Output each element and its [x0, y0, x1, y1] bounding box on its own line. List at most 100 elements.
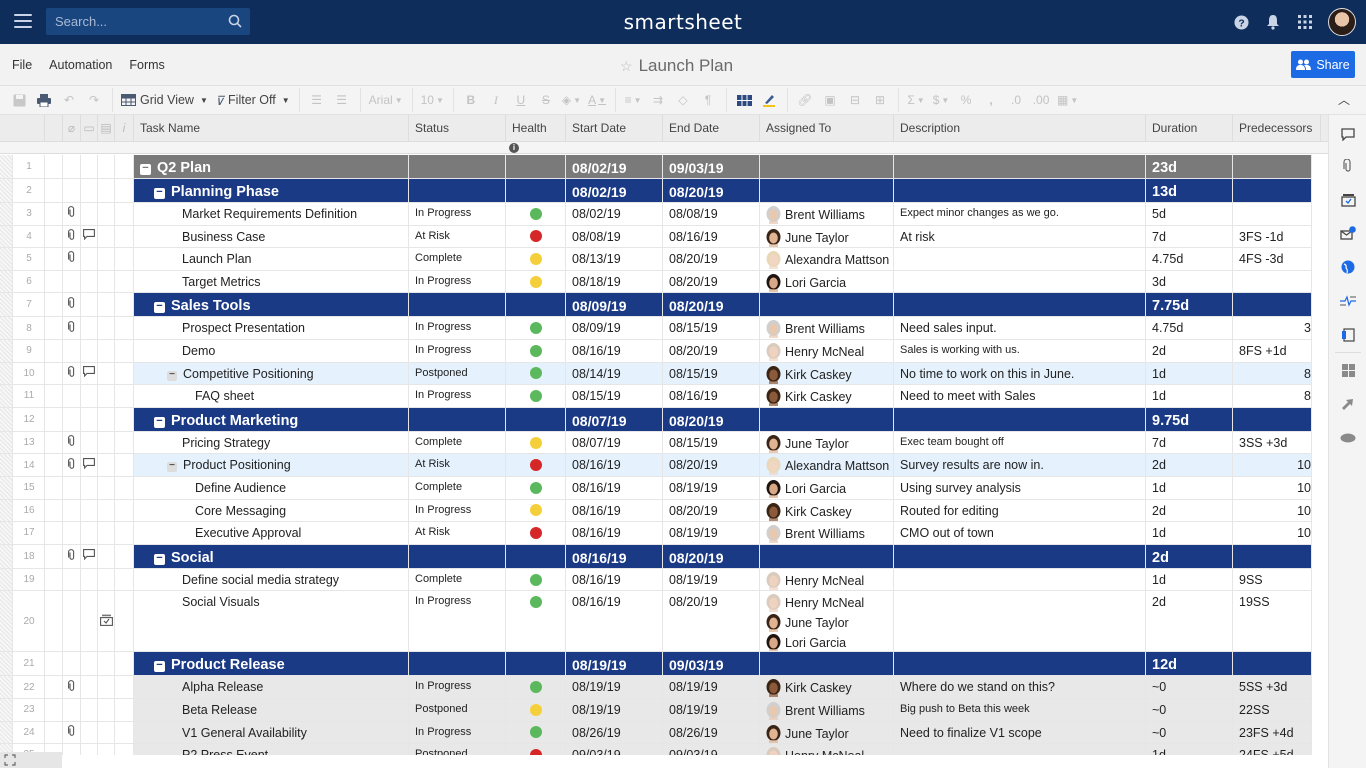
attachment-cell[interactable] [63, 362, 81, 386]
proof-cell[interactable] [98, 225, 115, 249]
duration-cell[interactable]: ~0 [1146, 699, 1233, 722]
status-cell[interactable]: In Progress [409, 340, 506, 363]
comment-cell[interactable] [81, 431, 98, 455]
status-cell[interactable]: Complete [409, 431, 506, 455]
task-name-cell[interactable]: Business Case [134, 225, 409, 249]
task-name-cell[interactable]: Pricing Strategy [134, 431, 409, 455]
sum-icon[interactable]: Σ ▼ [907, 90, 925, 110]
table-row[interactable]: 18 − Social 08/16/19 08/20/19 2d [0, 544, 1328, 569]
start-date-cell[interactable]: 08/09/19 [566, 293, 663, 318]
predecessors-cell[interactable] [1233, 293, 1312, 318]
attachment-icon[interactable] [67, 297, 76, 312]
predecessors-cell[interactable]: 8FS +1d [1233, 340, 1312, 363]
table-row[interactable]: 15 Define Audience Complete 08/16/19 08/19/1… [0, 477, 1328, 500]
task-name-cell[interactable]: Target Metrics [134, 270, 409, 294]
end-date-cell[interactable]: 08/20/19 [663, 293, 760, 318]
status-cell[interactable]: In Progress [409, 591, 506, 653]
attachment-cell[interactable] [63, 317, 81, 340]
duration-cell[interactable]: 4.75d [1146, 248, 1233, 271]
attachment-icon[interactable] [67, 206, 76, 221]
info-cell[interactable] [115, 155, 134, 179]
assigned-to-cell[interactable]: Lori Garcia [760, 270, 894, 294]
grid-view-dropdown[interactable]: Grid View ▼ [121, 90, 208, 110]
outdent-icon[interactable]: ☰ [308, 90, 326, 110]
duration-cell[interactable]: 2d [1146, 454, 1233, 477]
attachment-cell[interactable] [63, 155, 81, 179]
status-cell[interactable]: Complete [409, 248, 506, 271]
predecessors-cell[interactable]: 8 [1233, 385, 1312, 408]
health-cell[interactable] [506, 362, 566, 386]
menu-icon[interactable] [14, 14, 32, 28]
table-row[interactable]: 14 − Product Positioning At Risk 08/16/19 08/… [0, 454, 1328, 477]
comment-icon[interactable] [83, 458, 95, 472]
currency-icon[interactable]: $ ▼ [932, 90, 950, 110]
info-cell[interactable] [115, 454, 134, 477]
assigned-to-cell[interactable]: Kirk Caskey [760, 499, 894, 523]
proof-cell[interactable] [98, 407, 115, 432]
predecessors-cell[interactable]: 10 [1233, 499, 1312, 523]
filter-dropdown[interactable]: ⊽ Filter Off ▼ [215, 90, 290, 110]
info-cell[interactable] [115, 225, 134, 249]
table-row[interactable]: 6 Target Metrics In Progress 08/18/19 08/20/… [0, 270, 1328, 294]
highlight-changes-icon[interactable] [760, 90, 778, 110]
proof-cell[interactable] [98, 362, 115, 386]
assigned-to-cell[interactable]: Henry McNeal [760, 744, 894, 755]
predecessors-cell[interactable] [1233, 179, 1312, 203]
row-number[interactable]: 10 [0, 362, 45, 386]
description-cell[interactable] [894, 407, 1146, 432]
info-cell[interactable] [115, 248, 134, 271]
collapse-toggle-icon[interactable]: − [167, 461, 177, 473]
proof-cell[interactable] [98, 652, 115, 677]
proof-cell[interactable] [98, 270, 115, 294]
comment-cell[interactable] [81, 293, 98, 318]
font-family-dropdown[interactable]: Arial ▼ [369, 90, 403, 110]
description-cell[interactable]: No time to work on this in June. [894, 362, 1146, 386]
predecessors-cell[interactable] [1233, 544, 1312, 569]
duration-cell[interactable]: 1d [1146, 362, 1233, 386]
description-cell[interactable] [894, 293, 1146, 318]
row-number[interactable]: 15 [0, 477, 45, 500]
attachment-icon[interactable] [67, 457, 76, 473]
task-name-cell[interactable]: V1 General Availability [134, 721, 409, 745]
predecessors-cell[interactable]: 3FS -1d [1233, 225, 1312, 249]
row-drag-handle[interactable] [0, 155, 13, 178]
status-cell[interactable] [409, 155, 506, 179]
increase-decimal-icon[interactable]: .00 [1032, 90, 1050, 110]
table-row[interactable]: 8 Prospect Presentation In Progress 08/09/1… [0, 317, 1328, 340]
proof-icon[interactable] [99, 614, 113, 629]
underline-icon[interactable]: U [512, 90, 530, 110]
start-date-cell[interactable]: 08/07/19 [566, 407, 663, 432]
row-drag-handle[interactable] [0, 676, 13, 698]
comment-cell[interactable] [81, 340, 98, 363]
task-name-cell[interactable]: Define Audience [134, 477, 409, 500]
comment-cell[interactable] [81, 652, 98, 677]
decrease-decimal-icon[interactable]: .0 [1007, 90, 1025, 110]
header-task-name[interactable]: Task Name [134, 115, 409, 142]
task-name-cell[interactable]: Launch Plan [134, 248, 409, 271]
wrap-text-icon[interactable]: ⇉ [649, 90, 667, 110]
publish-globe-icon[interactable] [1338, 257, 1358, 277]
comment-cell[interactable] [81, 179, 98, 203]
fullscreen-toggle[interactable] [0, 752, 62, 768]
collapse-toggle-icon[interactable]: − [154, 552, 165, 565]
row-number[interactable]: 18 [0, 544, 45, 569]
assigned-to-cell[interactable]: Brent Williams [760, 317, 894, 340]
predecessors-cell[interactable]: 5SS +3d [1233, 676, 1312, 699]
indent-icon[interactable]: ☰ [333, 90, 351, 110]
row-number[interactable]: 2 [0, 179, 45, 203]
duration-cell[interactable]: 1d [1146, 522, 1233, 545]
duration-cell[interactable]: 4.75d [1146, 317, 1233, 340]
row-drag-handle[interactable] [0, 431, 13, 454]
attachment-cell[interactable] [63, 652, 81, 677]
description-cell[interactable]: Need to finalize V1 scope [894, 721, 1146, 745]
description-cell[interactable]: Where do we stand on this? [894, 676, 1146, 699]
info-cell[interactable] [115, 544, 134, 569]
bell-icon[interactable] [1264, 13, 1282, 31]
row-number[interactable]: 1 [0, 155, 45, 179]
header-assigned-to[interactable]: Assigned To [760, 115, 894, 142]
row-number[interactable]: 13 [0, 431, 45, 455]
integrations-icon[interactable] [1338, 394, 1358, 414]
health-cell[interactable] [506, 499, 566, 523]
start-date-cell[interactable]: 08/16/19 [566, 544, 663, 569]
row-number[interactable]: 3 [0, 203, 45, 226]
